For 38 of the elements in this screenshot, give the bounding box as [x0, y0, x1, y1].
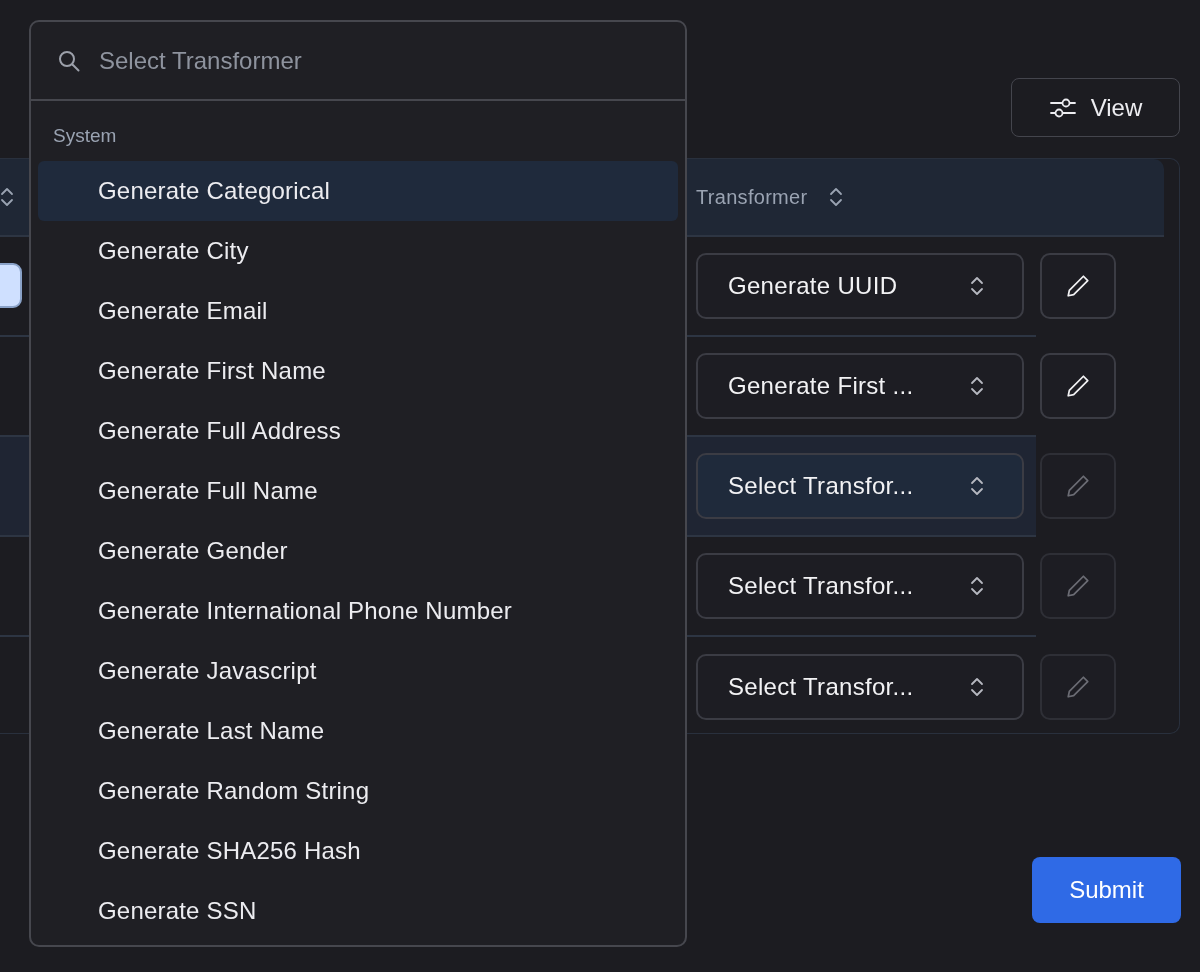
menu-item[interactable]: Generate Gender — [38, 521, 678, 581]
pencil-icon — [1065, 373, 1091, 399]
menu-item[interactable]: Generate Full Name — [38, 461, 678, 521]
sort-icon[interactable] — [0, 186, 14, 208]
menu-item[interactable]: Generate Javascript — [38, 641, 678, 701]
menu-item[interactable]: Generate Categorical — [38, 161, 678, 221]
transformer-select[interactable]: Generate First ... — [696, 353, 1024, 419]
menu-item[interactable]: Generate First Name — [38, 341, 678, 401]
submit-button[interactable]: Submit — [1032, 857, 1181, 923]
chevron-updown-icon — [970, 475, 984, 497]
menu-item[interactable]: Generate Full Address — [38, 401, 678, 461]
chevron-updown-icon — [970, 375, 984, 397]
chevron-updown-icon — [970, 575, 984, 597]
pencil-icon — [1065, 573, 1091, 599]
edit-button[interactable] — [1040, 353, 1116, 419]
search-field[interactable]: Select Transformer — [99, 40, 659, 81]
group-label: System — [53, 125, 117, 147]
chevron-updown-icon — [970, 275, 984, 297]
menu-item[interactable]: Generate Random String — [38, 761, 678, 821]
transformer-select[interactable]: Select Transfor... — [696, 453, 1024, 519]
transformer-select[interactable]: Generate UUID — [696, 253, 1024, 319]
transformer-select[interactable]: Select Transfor... — [696, 553, 1024, 619]
transformer-select[interactable]: Select Transfor... — [696, 654, 1024, 720]
pencil-icon — [1065, 273, 1091, 299]
search-icon — [57, 48, 81, 73]
chevron-updown-icon — [970, 676, 984, 698]
menu-item[interactable]: Generate SSN — [38, 881, 678, 941]
menu-item[interactable]: Generate Last Name — [38, 701, 678, 761]
menu-item[interactable]: Generate Email — [38, 281, 678, 341]
menu-item[interactable]: Generate International Phone Number — [38, 581, 678, 641]
pencil-icon — [1065, 674, 1091, 700]
sort-icon[interactable] — [829, 186, 844, 208]
view-button[interactable]: View — [1011, 78, 1180, 137]
edit-button[interactable] — [1040, 253, 1116, 319]
column-header: Transformer — [696, 185, 808, 209]
menu-item[interactable]: Generate SHA256 Hash — [38, 821, 678, 881]
menu-item[interactable]: Generate City — [38, 221, 678, 281]
pencil-icon — [1065, 473, 1091, 499]
